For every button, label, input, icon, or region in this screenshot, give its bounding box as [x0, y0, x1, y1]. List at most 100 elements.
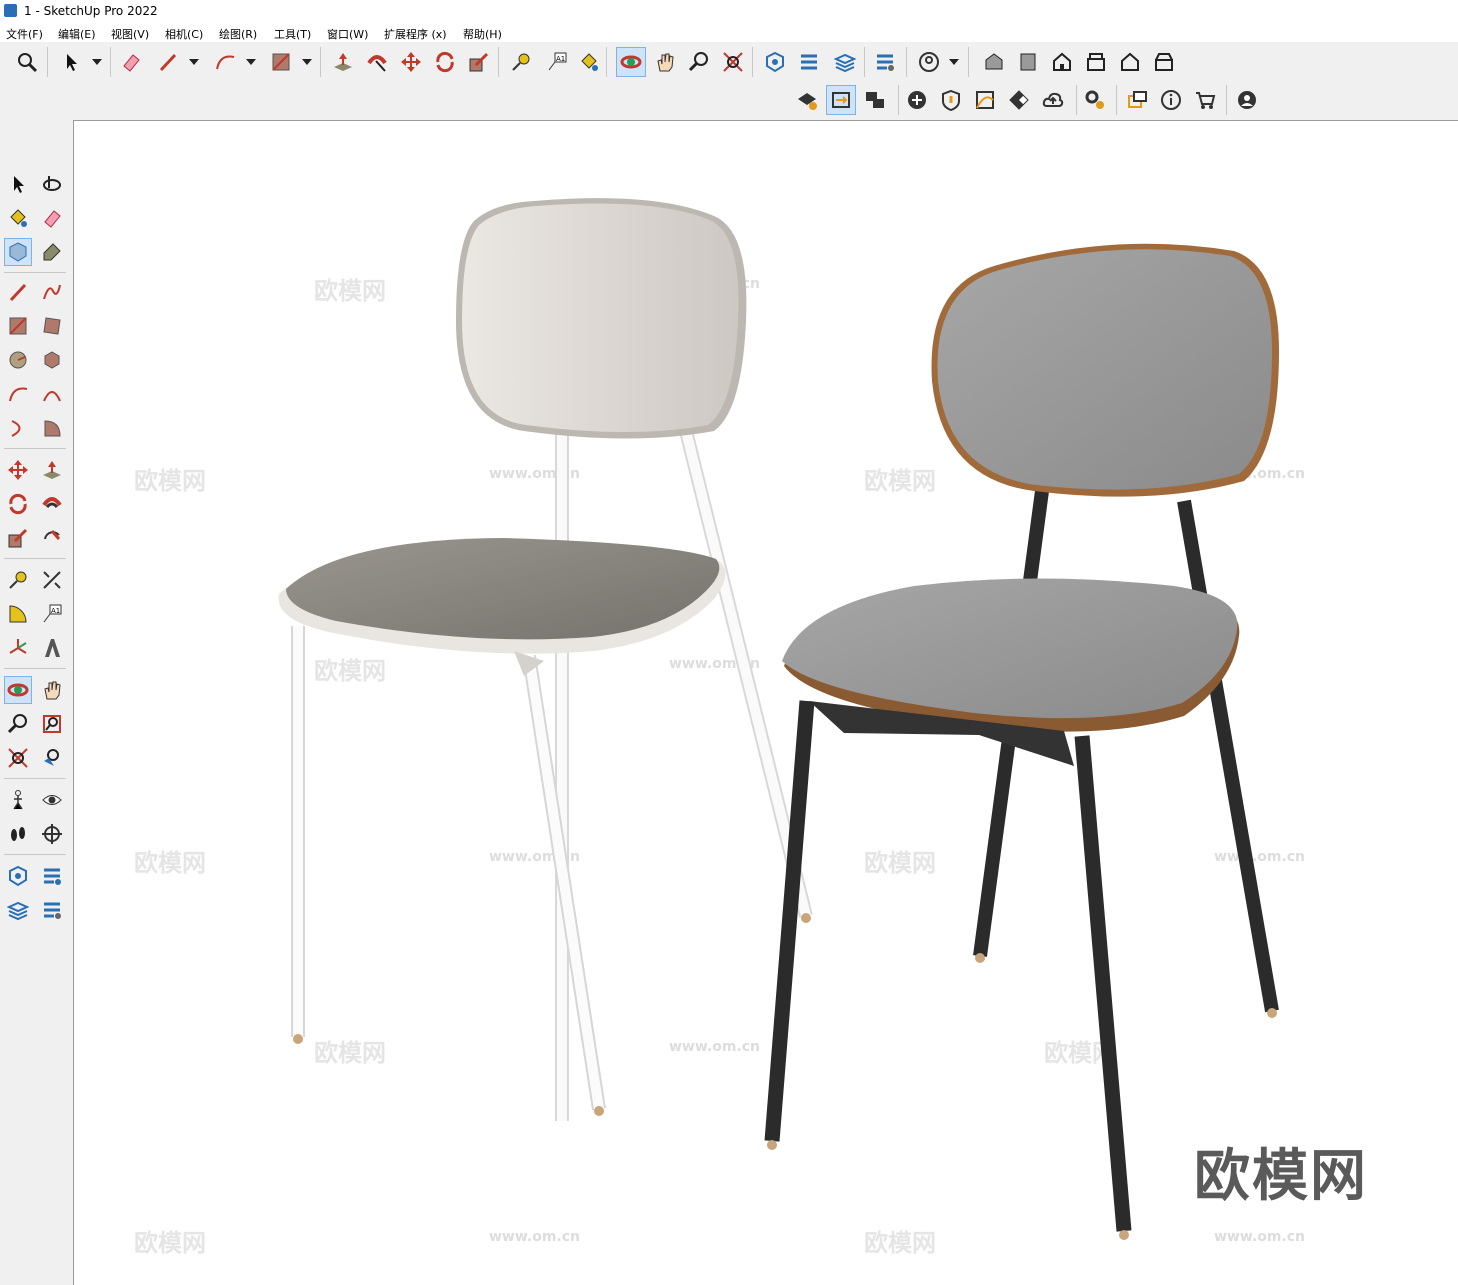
arc-icon[interactable] — [4, 380, 32, 408]
view-iso-icon[interactable] — [981, 49, 1007, 75]
menu-help[interactable]: 帮助(H) — [463, 26, 502, 42]
dimension-icon[interactable] — [38, 566, 66, 594]
rotate-icon[interactable] — [4, 490, 32, 518]
orbit-icon[interactable] — [4, 676, 32, 704]
offset-icon[interactable] — [38, 524, 66, 552]
extension-icon[interactable] — [38, 862, 66, 890]
zoom-tool-icon[interactable] — [4, 710, 32, 738]
layers-icon[interactable] — [832, 49, 858, 75]
shield-icon[interactable] — [938, 87, 964, 113]
protractor-icon[interactable] — [4, 600, 32, 628]
profile-icon[interactable] — [1234, 87, 1260, 113]
pencil-icon[interactable] — [155, 49, 181, 75]
view-top-icon[interactable] — [1015, 49, 1041, 75]
menu-draw[interactable]: 绘图(R) — [219, 26, 257, 42]
menu-view[interactable]: 视图(V) — [111, 26, 149, 42]
pan-icon[interactable] — [652, 49, 678, 75]
paint-bucket-icon[interactable] — [4, 204, 32, 232]
view-front-icon[interactable] — [1049, 49, 1075, 75]
make-component-icon[interactable] — [4, 238, 32, 266]
move-icon[interactable] — [4, 456, 32, 484]
rectangle-icon[interactable] — [268, 49, 294, 75]
pie-icon[interactable] — [38, 414, 66, 442]
cart-icon[interactable] — [1192, 87, 1218, 113]
push-pull-icon[interactable] — [330, 49, 356, 75]
chevron-down-icon[interactable] — [246, 59, 256, 65]
chevron-down-icon[interactable] — [189, 59, 199, 65]
follow-me-icon[interactable] — [38, 490, 66, 518]
menu-file[interactable]: 文件(F) — [6, 26, 43, 42]
3d-warehouse-icon[interactable] — [762, 49, 788, 75]
orbit-icon[interactable] — [616, 47, 646, 77]
pencil-icon[interactable] — [4, 278, 32, 306]
position-camera-icon[interactable] — [4, 786, 32, 814]
menu-window[interactable]: 窗口(W) — [327, 26, 368, 42]
chevron-down-icon[interactable] — [92, 59, 102, 65]
tag-icon[interactable] — [38, 238, 66, 266]
cloud-icon[interactable] — [1040, 87, 1066, 113]
arc-icon[interactable] — [212, 49, 238, 75]
two-point-arc-icon[interactable] — [38, 380, 66, 408]
select-icon[interactable] — [4, 170, 32, 198]
checker-icon[interactable] — [1006, 87, 1032, 113]
view-left-icon[interactable] — [1151, 49, 1177, 75]
eraser-icon[interactable] — [38, 204, 66, 232]
trimble-connect-icon[interactable] — [794, 87, 820, 113]
menu-extensions[interactable]: 扩展程序 (x) — [384, 26, 447, 42]
components-icon[interactable] — [38, 896, 66, 924]
freehand-icon[interactable] — [38, 278, 66, 306]
menu-edit[interactable]: 编辑(E) — [58, 26, 96, 42]
chevron-down-icon[interactable] — [302, 59, 312, 65]
follow-me-icon[interactable] — [364, 49, 390, 75]
eraser-icon[interactable] — [118, 49, 144, 75]
components-icon[interactable] — [872, 49, 898, 75]
zoom-extents-icon[interactable] — [720, 49, 746, 75]
zoom-extents-icon[interactable] — [4, 744, 32, 772]
3d-text-icon[interactable] — [38, 634, 66, 662]
walk-icon[interactable] — [4, 820, 32, 848]
previous-view-icon[interactable] — [38, 744, 66, 772]
add-icon[interactable] — [904, 87, 930, 113]
account-icon[interactable] — [916, 49, 942, 75]
three-point-arc-icon[interactable] — [4, 414, 32, 442]
layers-icon[interactable] — [4, 896, 32, 924]
paint-bucket-icon[interactable] — [576, 49, 602, 75]
text-icon[interactable]: A1 — [38, 600, 66, 628]
info-icon[interactable] — [1158, 87, 1184, 113]
view-right-icon[interactable] — [1083, 49, 1109, 75]
tape-measure-icon[interactable] — [508, 49, 534, 75]
polygon-icon[interactable] — [38, 346, 66, 374]
3d-warehouse-icon[interactable] — [4, 862, 32, 890]
scale-icon[interactable] — [466, 49, 492, 75]
pan-icon[interactable] — [38, 676, 66, 704]
circle-icon[interactable] — [4, 346, 32, 374]
text-icon[interactable]: A1 — [544, 49, 570, 75]
menu-camera[interactable]: 相机(C) — [165, 26, 203, 42]
rectangle-icon[interactable] — [4, 312, 32, 340]
zoom-window-icon[interactable] — [38, 710, 66, 738]
model-viewport[interactable]: 欧模网 欧模网 www.om.cn 欧模网 欧模网 www.om.cn 欧模网 … — [73, 120, 1458, 1285]
tape-measure-icon[interactable] — [4, 566, 32, 594]
zoom-icon[interactable] — [14, 49, 40, 75]
orbit-select-icon[interactable] — [38, 170, 66, 198]
rotated-rectangle-icon[interactable] — [38, 312, 66, 340]
select-icon[interactable] — [58, 49, 84, 75]
view-back-icon[interactable] — [1117, 49, 1143, 75]
scale-icon[interactable] — [4, 524, 32, 552]
sync-icon[interactable] — [826, 85, 856, 115]
move-icon[interactable] — [398, 49, 424, 75]
white-chair[interactable] — [278, 198, 813, 1121]
scenes-icon[interactable] — [862, 87, 888, 113]
fabric-chair[interactable] — [764, 243, 1279, 1240]
extension-icon[interactable] — [796, 49, 822, 75]
axes-icon[interactable] — [4, 634, 32, 662]
rotate-icon[interactable] — [432, 49, 458, 75]
push-pull-icon[interactable] — [38, 456, 66, 484]
zoom-tool-icon[interactable] — [686, 49, 712, 75]
menu-tools[interactable]: 工具(T) — [274, 26, 311, 42]
look-around-icon[interactable] — [38, 786, 66, 814]
chevron-down-icon[interactable] — [949, 59, 959, 65]
section-plane-icon[interactable] — [38, 820, 66, 848]
sandbox-icon[interactable] — [972, 87, 998, 113]
settings-icon[interactable] — [1082, 87, 1108, 113]
